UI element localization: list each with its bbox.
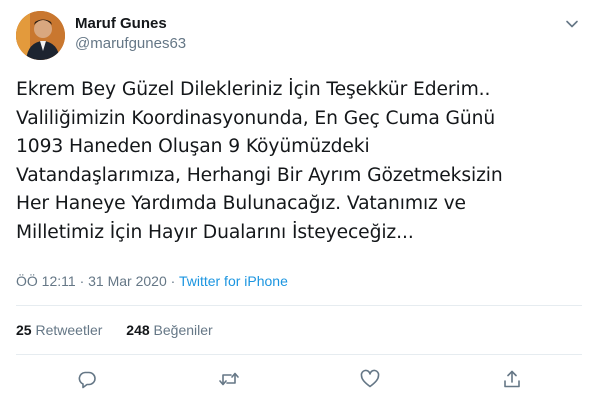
tweet-source-link[interactable]: Twitter for iPhone — [179, 273, 288, 289]
reply-button[interactable] — [76, 368, 98, 390]
tweet-meta: ÖÖ 12:11 · 31 Mar 2020 · Twitter for iPh… — [16, 271, 288, 291]
share-icon — [504, 370, 520, 388]
action-bar — [0, 368, 598, 392]
retweet-icon — [219, 372, 239, 386]
meta-separator: · — [79, 273, 85, 289]
share-button[interactable] — [501, 368, 523, 390]
tweet: Maruf Gunes @marufgunes63 Ekrem Bey Güze… — [0, 0, 598, 404]
tweet-time[interactable]: ÖÖ 12:11 — [16, 273, 76, 289]
divider — [16, 354, 582, 355]
tweet-text: Ekrem Bey Güzel Dilekleriniz İçin Teşekk… — [16, 79, 503, 243]
reply-icon — [78, 371, 96, 389]
retweets-stat[interactable]: 25 Retweetler — [16, 322, 102, 338]
likes-count: 248 — [126, 322, 150, 338]
avatar[interactable] — [16, 11, 65, 60]
tweet-stats: 25 Retweetler 248 Beğeniler — [16, 320, 233, 340]
chevron-down-icon — [566, 20, 578, 28]
handle[interactable]: @marufgunes63 — [75, 34, 186, 54]
meta-separator: · — [170, 273, 176, 289]
avatar-image — [16, 11, 65, 60]
retweets-count: 25 — [16, 322, 32, 338]
retweets-label: Retweetler — [35, 322, 103, 338]
author-block[interactable]: Maruf Gunes @marufgunes63 — [75, 14, 186, 54]
divider — [16, 305, 582, 306]
more-options-button[interactable] — [562, 14, 582, 34]
display-name[interactable]: Maruf Gunes — [75, 14, 186, 34]
likes-label: Beğeniler — [153, 322, 213, 338]
tweet-date[interactable]: 31 Mar 2020 — [88, 273, 167, 289]
like-icon — [360, 369, 380, 388]
retweet-button[interactable] — [218, 368, 240, 390]
like-button[interactable] — [359, 368, 381, 390]
likes-stat[interactable]: 248 Beğeniler — [126, 322, 212, 338]
